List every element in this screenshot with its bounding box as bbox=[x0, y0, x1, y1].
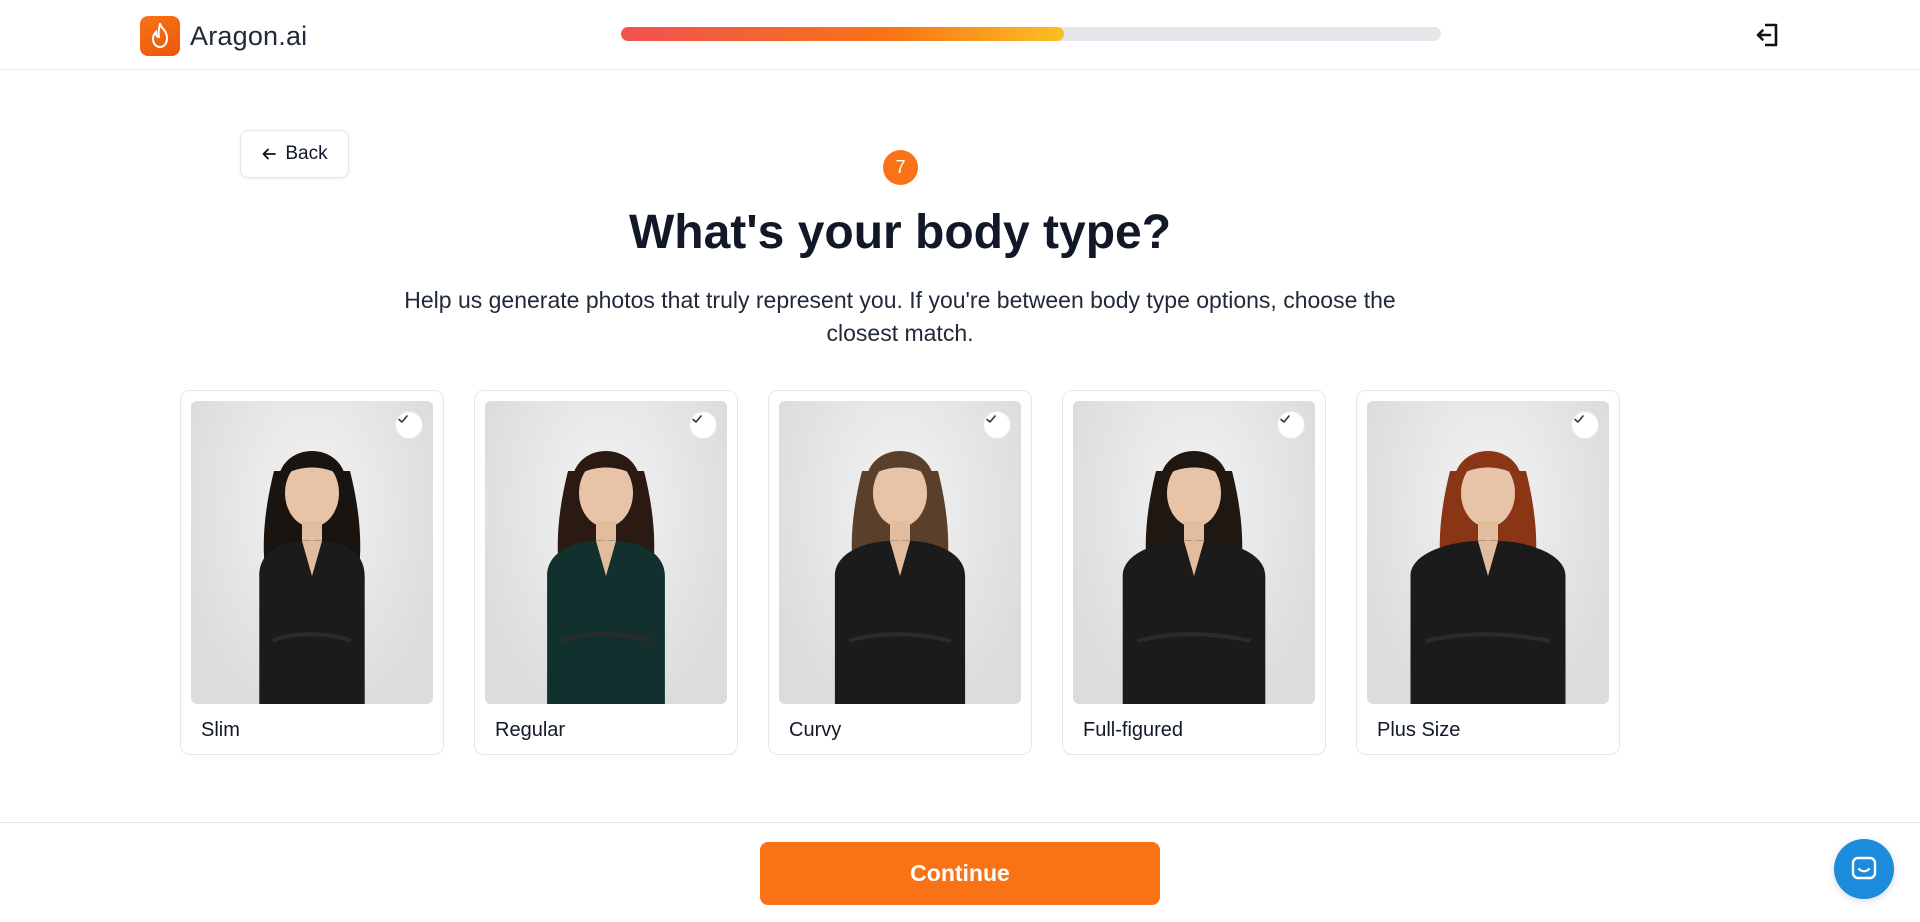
check-icon bbox=[1571, 411, 1599, 439]
body-type-card-slim[interactable]: Slim bbox=[180, 390, 444, 755]
step-badge: 7 bbox=[883, 150, 918, 185]
continue-button[interactable]: Continue bbox=[760, 842, 1160, 905]
check-icon bbox=[689, 411, 717, 439]
portrait-photo bbox=[834, 451, 966, 704]
option-photo bbox=[1367, 401, 1609, 704]
portrait-photo bbox=[1122, 451, 1266, 704]
brand-logo[interactable]: Aragon.ai bbox=[140, 16, 307, 56]
check-icon bbox=[395, 411, 423, 439]
page-subtitle: Help us generate photos that truly repre… bbox=[404, 287, 1396, 346]
option-label: Full-figured bbox=[1083, 719, 1184, 741]
option-photo bbox=[485, 401, 727, 704]
portrait-photo bbox=[547, 451, 665, 704]
body-type-options: Slim Regular Curvy Full-figured Plus Siz… bbox=[180, 390, 1620, 755]
portrait-photo bbox=[1410, 451, 1566, 704]
arrow-left-icon bbox=[262, 148, 277, 160]
option-label: Slim bbox=[201, 719, 240, 741]
body-type-card-plus-size[interactable]: Plus Size bbox=[1356, 390, 1620, 755]
option-label: Curvy bbox=[789, 719, 842, 741]
option-photo bbox=[779, 401, 1021, 704]
option-photo bbox=[1073, 401, 1315, 704]
check-icon bbox=[983, 411, 1011, 439]
body-type-card-full-figured[interactable]: Full-figured bbox=[1062, 390, 1326, 755]
page-title: What's your body type? bbox=[628, 206, 1172, 259]
option-label: Plus Size bbox=[1377, 719, 1461, 741]
progress-bar bbox=[621, 27, 1441, 41]
back-button[interactable]: Back bbox=[240, 130, 349, 178]
top-bar: Aragon.ai bbox=[0, 0, 1920, 70]
progress-fill bbox=[621, 27, 1064, 41]
check-icon bbox=[1277, 411, 1305, 439]
footer-bar: Continue bbox=[0, 822, 1920, 922]
flame-icon bbox=[140, 16, 180, 56]
option-photo bbox=[191, 401, 433, 704]
chat-launcher[interactable] bbox=[1834, 839, 1894, 899]
brand-name: Aragon.ai bbox=[190, 20, 308, 51]
chat-icon bbox=[1851, 856, 1877, 880]
body-type-card-regular[interactable]: Regular bbox=[474, 390, 738, 755]
body-type-card-curvy[interactable]: Curvy bbox=[768, 390, 1032, 755]
back-label: Back bbox=[285, 143, 328, 164]
portrait-photo bbox=[259, 451, 365, 704]
option-label: Regular bbox=[495, 719, 566, 741]
logout-icon[interactable] bbox=[1753, 20, 1783, 50]
